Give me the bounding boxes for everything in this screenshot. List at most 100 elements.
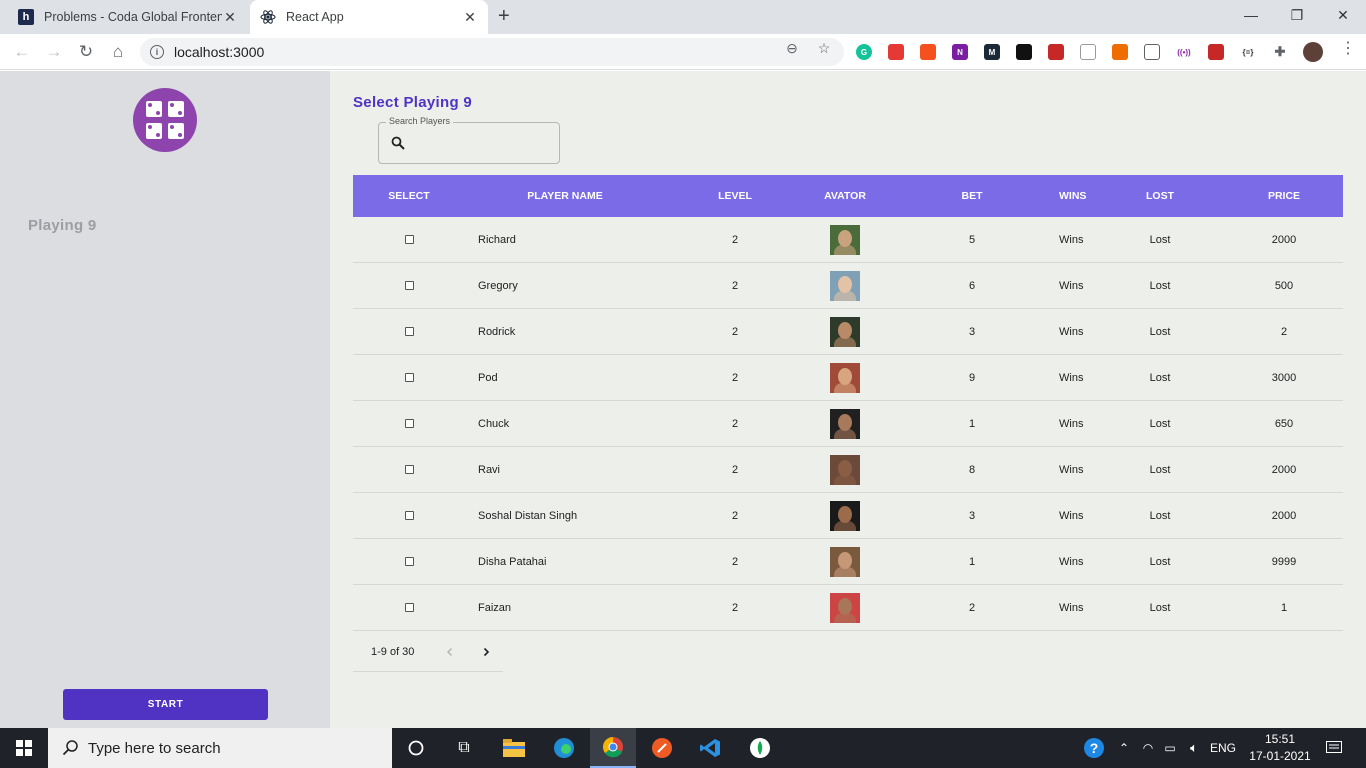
next-page-icon[interactable] [475, 641, 497, 663]
tab-close-icon[interactable]: ✕ [222, 9, 238, 26]
column-header-wins[interactable]: WINS [1059, 190, 1086, 202]
select-checkbox[interactable] [404, 373, 414, 382]
grammarly-extension-icon[interactable]: G [856, 44, 872, 60]
help-icon[interactable]: ? [1082, 736, 1106, 760]
player-name: Pod [478, 371, 498, 384]
language-indicator[interactable]: ENG [1208, 741, 1238, 755]
back-icon[interactable]: ← [10, 40, 34, 64]
cortana-icon[interactable] [404, 736, 428, 760]
task-view-icon[interactable]: ⧉ [452, 736, 476, 760]
table-row[interactable]: Richard 2 5 Wins Lost 2000 [353, 217, 1343, 263]
start-button[interactable]: START [63, 689, 268, 720]
player-level: 2 [731, 325, 739, 338]
table-row[interactable]: Rodrick 2 3 Wins Lost 2 [353, 309, 1343, 355]
extension-icon[interactable] [1048, 44, 1064, 60]
onenote-extension-icon[interactable]: N [952, 44, 968, 60]
table-row[interactable]: Disha Patahai 2 1 Wins Lost 9999 [353, 539, 1343, 585]
column-header-avator[interactable]: AVATOR [805, 190, 885, 202]
new-tab-icon[interactable]: + [498, 5, 510, 28]
extension-icon[interactable] [1080, 44, 1096, 60]
select-cell [353, 465, 465, 474]
zoom-icon[interactable]: ⊖ [784, 40, 800, 56]
player-level: 2 [731, 279, 739, 292]
extension-icon[interactable] [1112, 44, 1128, 60]
column-header-price[interactable]: PRICE [1245, 190, 1323, 202]
table-row[interactable]: Gregory 2 6 Wins Lost 500 [353, 263, 1343, 309]
sidebar-heading: Playing 9 [28, 217, 97, 234]
select-checkbox[interactable] [404, 419, 414, 428]
avatar-cell [805, 500, 885, 531]
select-cell [353, 511, 465, 520]
avatar-cell [805, 316, 885, 347]
table-row[interactable]: Chuck 2 1 Wins Lost 650 [353, 401, 1343, 447]
taskbar-search[interactable]: Type here to search [48, 728, 392, 768]
select-checkbox[interactable] [404, 603, 414, 612]
edge-browser-icon[interactable] [552, 736, 576, 760]
select-checkbox[interactable] [404, 465, 414, 474]
select-checkbox[interactable] [404, 327, 414, 336]
player-bet: 1 [968, 555, 976, 568]
extension-icon[interactable]: {=} [1240, 44, 1256, 60]
browser-tab-problems[interactable]: h Problems - Coda Global Frontend ✕ [8, 0, 248, 34]
minimize-icon[interactable]: — [1228, 0, 1274, 30]
player-bet: 8 [968, 463, 976, 476]
file-explorer-icon[interactable] [502, 736, 526, 760]
search-field[interactable]: Search Players [378, 116, 560, 164]
browser-menu-icon[interactable]: ⋮ [1340, 40, 1356, 57]
extension-icon[interactable] [1208, 44, 1224, 60]
select-cell [353, 603, 465, 612]
wifi-icon[interactable]: ◠ [1136, 736, 1160, 760]
column-header-lost[interactable]: LOST [1075, 190, 1245, 202]
reload-icon[interactable]: ↻ [74, 40, 98, 64]
notifications-icon[interactable] [1322, 736, 1346, 760]
browser-tab-react-app[interactable]: React App ✕ [250, 0, 488, 34]
table-row[interactable]: Soshal Distan Singh 2 3 Wins Lost 2000 [353, 493, 1343, 539]
extension-icon[interactable]: M [984, 44, 1000, 60]
select-checkbox[interactable] [404, 557, 414, 566]
previous-page-icon[interactable] [439, 641, 461, 663]
player-lost: Lost [1149, 463, 1171, 476]
home-icon[interactable]: ⌂ [106, 40, 130, 64]
search-input[interactable] [415, 131, 553, 155]
player-price: 3000 [1271, 371, 1297, 384]
chrome-taskbar-icon[interactable] [590, 728, 636, 768]
column-header-bet[interactable]: BET [885, 190, 1059, 202]
address-bar[interactable]: i localhost:3000 [140, 38, 844, 66]
forward-icon[interactable]: → [42, 40, 66, 64]
select-checkbox[interactable] [404, 281, 414, 290]
mongodb-compass-icon[interactable] [748, 736, 772, 760]
avatar [830, 270, 860, 301]
select-checkbox[interactable] [404, 511, 414, 520]
pocket-extension-icon[interactable] [1144, 44, 1160, 60]
player-name: Faizan [478, 601, 512, 614]
site-info-icon[interactable]: i [150, 45, 164, 59]
windows-start-icon[interactable] [12, 736, 36, 760]
tab-close-icon[interactable]: ✕ [462, 9, 478, 26]
column-header-select[interactable]: SELECT [353, 190, 465, 202]
table-header: SELECT PLAYER NAME LEVEL AVATOR BET WINS… [353, 175, 1343, 217]
window-close-icon[interactable]: ✕ [1320, 0, 1366, 30]
maximize-icon[interactable]: ❐ [1274, 0, 1320, 30]
battery-icon[interactable]: ▭ [1158, 736, 1182, 760]
select-checkbox[interactable] [404, 235, 414, 244]
show-hidden-icons-icon[interactable]: ⌃ [1112, 736, 1136, 760]
table-row[interactable]: Faizan 2 2 Wins Lost 1 [353, 585, 1343, 631]
extension-icon[interactable] [888, 44, 904, 60]
vscode-icon[interactable] [698, 736, 722, 760]
player-wins: Wins [1059, 371, 1084, 384]
profile-avatar-icon[interactable] [1303, 42, 1323, 62]
postman-icon[interactable] [650, 736, 674, 760]
clock-time[interactable]: 15:51 [1246, 732, 1314, 746]
bookmark-star-icon[interactable]: ☆ [816, 40, 832, 56]
extension-icon[interactable] [920, 44, 936, 60]
extension-icon[interactable] [1016, 44, 1032, 60]
player-lost: Lost [1149, 509, 1171, 522]
column-header-player-name[interactable]: PLAYER NAME [465, 190, 665, 202]
table-row[interactable]: Pod 2 9 Wins Lost 3000 [353, 355, 1343, 401]
column-header-level[interactable]: LEVEL [665, 190, 805, 202]
volume-icon[interactable]: 🔈︎ [1182, 736, 1206, 760]
extensions-puzzle-icon[interactable]: ✚ [1272, 44, 1288, 60]
extension-icon[interactable]: ((•)) [1176, 44, 1192, 60]
table-row[interactable]: Ravi 2 8 Wins Lost 2000 [353, 447, 1343, 493]
clock-date[interactable]: 17-01-2021 [1246, 749, 1314, 763]
